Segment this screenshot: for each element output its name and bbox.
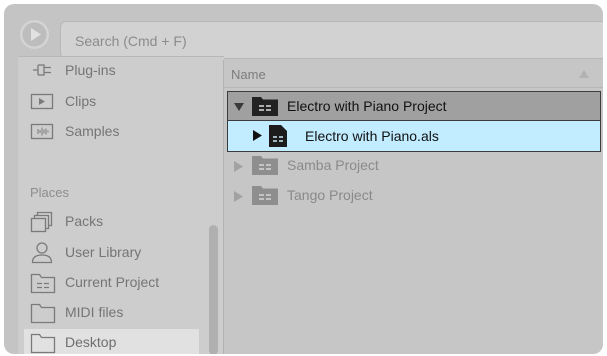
sidebar-item-label: Plug-ins bbox=[65, 62, 116, 78]
folder-icon bbox=[30, 303, 56, 324]
sidebar-item-midi-files[interactable]: MIDI files bbox=[30, 301, 200, 325]
project-folder-icon bbox=[30, 273, 56, 294]
sort-ascending-icon[interactable] bbox=[579, 70, 589, 78]
file-list: Name Electro with Piano Project Electro … bbox=[223, 60, 603, 354]
name-column-header[interactable]: Name bbox=[224, 60, 603, 88]
list-item[interactable]: Tango Project bbox=[228, 181, 600, 211]
list-item[interactable]: Electro with Piano.als bbox=[227, 120, 601, 152]
list-item[interactable]: Samba Project bbox=[228, 151, 600, 181]
sidebar-item-label: Desktop bbox=[65, 334, 117, 350]
browser-window: Plug-ins Clips Samples Places Packs bbox=[4, 4, 603, 354]
sidebar-item-current-project[interactable]: Current Project bbox=[30, 271, 200, 295]
list-item[interactable]: Electro with Piano Project bbox=[227, 91, 601, 121]
disclosure-collapsed-icon[interactable] bbox=[253, 130, 262, 141]
places-heading: Places bbox=[30, 185, 70, 200]
folder-icon bbox=[30, 333, 56, 354]
plugin-icon bbox=[33, 64, 51, 76]
sidebar-item-label: Samples bbox=[65, 123, 120, 139]
sidebar-item-label: Clips bbox=[65, 93, 97, 109]
sidebar-item-desktop[interactable]: Desktop bbox=[24, 329, 199, 354]
sample-icon bbox=[30, 123, 54, 140]
list-item-label: Electro with Piano.als bbox=[305, 128, 439, 144]
packs-icon bbox=[30, 211, 53, 233]
disclosure-collapsed-icon[interactable] bbox=[234, 161, 243, 172]
sidebar-item-label: MIDI files bbox=[65, 304, 124, 320]
sidebar-item-clips[interactable]: Clips bbox=[30, 90, 200, 114]
search-input[interactable] bbox=[75, 31, 475, 51]
live-set-file-icon bbox=[269, 125, 287, 147]
sidebar: Plug-ins Clips Samples Places Packs User… bbox=[18, 56, 224, 354]
sidebar-item-plugins[interactable]: Plug-ins bbox=[30, 59, 200, 83]
sidebar-item-label: Current Project bbox=[65, 274, 160, 290]
list-item-label: Tango Project bbox=[287, 187, 373, 203]
sidebar-item-label: Packs bbox=[65, 213, 104, 229]
list-item-label: Electro with Piano Project bbox=[287, 98, 447, 114]
list-item-label: Samba Project bbox=[287, 157, 379, 173]
search-box[interactable] bbox=[60, 21, 603, 59]
project-folder-icon bbox=[252, 156, 278, 175]
project-folder-icon bbox=[252, 186, 278, 205]
play-icon bbox=[22, 22, 47, 47]
sidebar-item-packs[interactable]: Packs bbox=[30, 210, 200, 234]
sidebar-item-samples[interactable]: Samples bbox=[30, 120, 200, 144]
hot-swap-button[interactable] bbox=[20, 20, 49, 49]
clip-icon bbox=[30, 93, 54, 110]
project-folder-icon bbox=[252, 97, 278, 116]
sidebar-item-label: User Library bbox=[65, 244, 142, 260]
sidebar-item-user-library[interactable]: User Library bbox=[30, 241, 200, 265]
user-icon bbox=[31, 242, 53, 264]
disclosure-expanded-icon[interactable] bbox=[234, 102, 244, 112]
disclosure-collapsed-icon[interactable] bbox=[234, 191, 243, 202]
column-header-label: Name bbox=[231, 67, 266, 82]
sidebar-scrollbar[interactable] bbox=[209, 225, 218, 354]
